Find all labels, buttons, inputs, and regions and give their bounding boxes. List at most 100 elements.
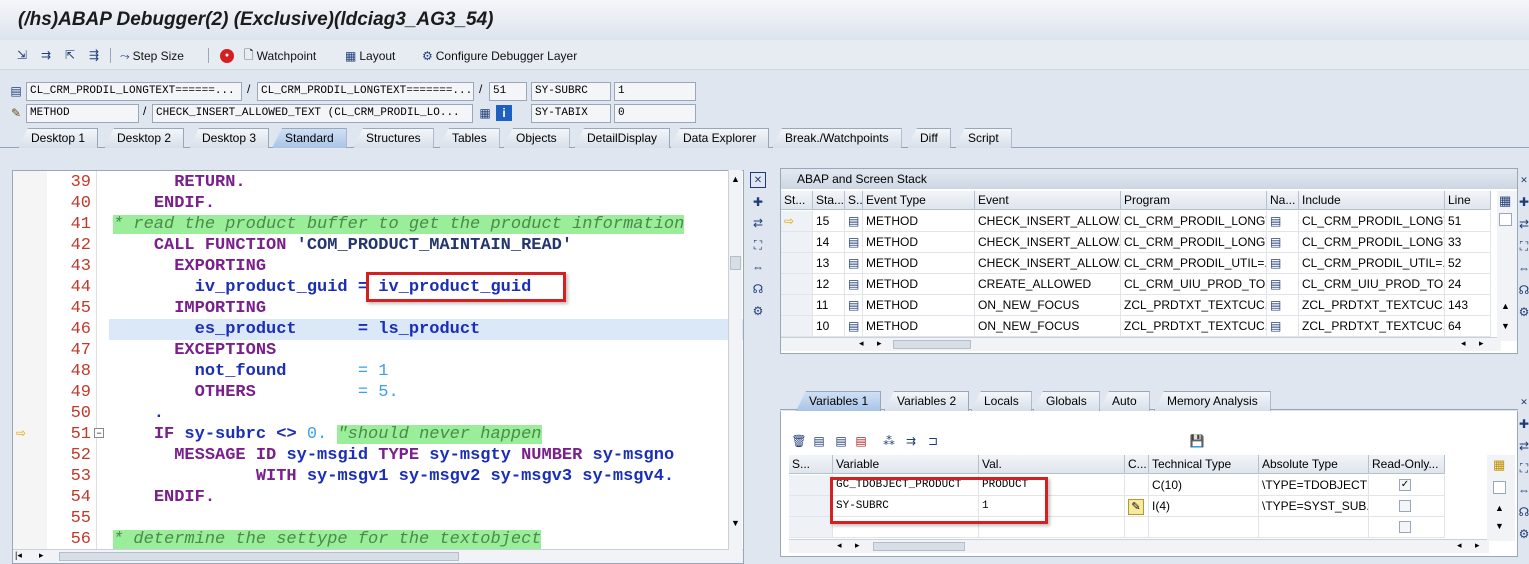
change-value-cell[interactable] xyxy=(1125,475,1149,496)
display-object-icon[interactable]: ▦ xyxy=(477,105,493,121)
line-field[interactable]: 51 xyxy=(489,82,527,101)
code-line[interactable]: 54 ENDIF. xyxy=(13,487,743,508)
replace-tool-icon[interactable]: ⇄ xyxy=(1519,216,1529,232)
tab-objects[interactable]: Objects xyxy=(503,128,570,148)
sysubrc-value[interactable]: 1 xyxy=(614,82,696,101)
code-line[interactable]: 40 ENDIF. xyxy=(13,193,743,214)
variables-horizontal-scrollbar[interactable]: ◂ ▸ ◂ ▸ xyxy=(789,539,1489,553)
row-selector[interactable] xyxy=(789,475,833,496)
maximize-icon[interactable]: ⛶ xyxy=(750,237,766,253)
variables-column-header[interactable]: Val. xyxy=(979,455,1125,474)
tab-variables-2[interactable]: Variables 2 xyxy=(884,391,970,411)
delete-row-icon[interactable]: ▤ xyxy=(853,433,869,449)
variables-column-header[interactable]: Absolute Type xyxy=(1259,455,1369,474)
scroll-right-icon[interactable]: ▸ xyxy=(1475,540,1480,551)
scroll-down-icon[interactable]: ▼ xyxy=(731,518,740,528)
services-icon[interactable]: ☊ xyxy=(1519,504,1529,520)
replace-tool-icon[interactable]: ⇄ xyxy=(750,215,766,231)
swap-icon[interactable]: ⇔ xyxy=(750,259,766,275)
scroll-thumb[interactable] xyxy=(893,340,971,349)
tab-desktop-3[interactable]: Desktop 3 xyxy=(189,128,270,148)
stack-column-header[interactable]: Na... xyxy=(1267,191,1299,210)
row-selector[interactable] xyxy=(789,496,833,517)
scroll-right-icon[interactable]: ▸ xyxy=(1479,338,1484,349)
replace-tool-icon[interactable]: ⇄ xyxy=(1519,438,1529,454)
event-field[interactable]: CHECK_INSERT_ALLOWED_TEXT (CL_CRM_PRODIL… xyxy=(152,104,473,123)
info-icon[interactable]: i xyxy=(496,105,512,121)
scroll-left-icon[interactable]: |◂ xyxy=(15,550,22,561)
collapse-block-icon[interactable]: − xyxy=(94,428,104,438)
stack-vertical-scrollbar[interactable]: ▦ ▲ ▼ xyxy=(1497,191,1517,341)
maximize-icon[interactable]: ⛶ xyxy=(1519,460,1529,476)
tab-standard[interactable]: Standard xyxy=(272,128,347,148)
navigate-icon[interactable]: ▤ xyxy=(1267,274,1299,295)
navigate-icon[interactable]: ▤ xyxy=(1267,232,1299,253)
stack-column-header[interactable]: Sta... xyxy=(813,191,845,210)
stack-horizontal-scrollbar[interactable]: ◂ ▸ ◂ ▸ xyxy=(781,337,1501,351)
column-settings-icon[interactable]: ▦ xyxy=(1499,193,1511,209)
code-line[interactable]: 56 * determine the settype for the textob… xyxy=(13,529,743,550)
settings-icon[interactable]: ⚙ xyxy=(1519,526,1529,542)
scroll-left-icon[interactable]: ◂ xyxy=(1457,540,1462,551)
navigate-icon[interactable]: ▤ xyxy=(1267,211,1299,232)
code-horizontal-scrollbar[interactable]: |◂ ▸ xyxy=(13,549,743,563)
scroll-up-icon[interactable]: ▲ xyxy=(731,174,740,184)
code-line[interactable]: 39 RETURN. xyxy=(13,172,743,193)
event-type-field[interactable]: METHOD xyxy=(26,104,139,123)
services-icon[interactable]: ☊ xyxy=(750,281,766,297)
stack-column-header[interactable]: St... xyxy=(781,191,813,210)
continue-icon[interactable]: ⇶ xyxy=(86,47,102,63)
watchpoint-button[interactable]: 🗋 Watchpoint xyxy=(244,46,316,66)
tab-locals[interactable]: Locals xyxy=(971,391,1032,411)
append-row-icon[interactable]: ▤ xyxy=(833,433,849,449)
scroll-right-icon[interactable]: ▸ xyxy=(877,338,882,349)
stack-column-header[interactable]: Event xyxy=(975,191,1121,210)
tab-desktop-2[interactable]: Desktop 2 xyxy=(104,128,185,148)
code-line[interactable]: 50 . xyxy=(13,403,743,424)
tab-tables[interactable]: Tables xyxy=(439,128,500,148)
variables-column-header[interactable]: Technical Type xyxy=(1149,455,1259,474)
navigate-icon[interactable]: ▤ xyxy=(1267,316,1299,337)
scroll-left-icon[interactable]: ◂ xyxy=(859,338,864,349)
scroll-thumb[interactable] xyxy=(873,542,965,551)
sytabix-value[interactable]: 0 xyxy=(614,104,696,123)
execute-step-icon[interactable]: ⇉ xyxy=(38,47,54,63)
tab-desktop-1[interactable]: Desktop 1 xyxy=(18,128,99,148)
transfer-icon[interactable]: ⁂ xyxy=(881,433,897,449)
stack-column-header[interactable]: Include xyxy=(1299,191,1445,210)
configure-debugger-button[interactable]: ⚙ Configure Debugger Layer xyxy=(422,46,577,66)
variables-vertical-scrollbar[interactable]: ▦ ▲ ▼ xyxy=(1487,455,1515,541)
tab-memory-analysis[interactable]: Memory Analysis xyxy=(1154,391,1271,411)
navigate-icon[interactable]: ⇉ xyxy=(903,433,919,449)
close-icon[interactable]: ✕ xyxy=(750,172,766,188)
close-icon[interactable]: ✕ xyxy=(1519,172,1529,188)
program-field-1[interactable]: CL_CRM_PRODIL_LONGTEXT======... xyxy=(26,82,242,101)
scroll-up-icon[interactable]: ▲ xyxy=(1495,503,1504,513)
variables-column-header[interactable]: Read-Only... xyxy=(1369,455,1445,474)
scroll-thumb[interactable] xyxy=(730,256,741,270)
code-line[interactable]: 46 es_product = ls_product xyxy=(71,319,743,340)
navigate-icon[interactable]: ▤ xyxy=(1267,295,1299,316)
stack-column-header[interactable]: S... xyxy=(845,191,863,210)
stop-button[interactable]: ● xyxy=(220,46,234,66)
close-icon[interactable]: ✕ xyxy=(1519,394,1529,410)
stack-column-header[interactable]: Line xyxy=(1445,191,1491,210)
settings-icon[interactable]: ⚙ xyxy=(1519,304,1529,320)
services-icon[interactable]: ☊ xyxy=(1519,282,1529,298)
change-value-cell[interactable] xyxy=(1125,517,1149,538)
program-field-2[interactable]: CL_CRM_PRODIL_LONGTEXT=======... xyxy=(257,82,474,101)
tab-detaildisplay[interactable]: DetailDisplay xyxy=(574,128,671,148)
scroll-down-icon[interactable]: ▼ xyxy=(1495,521,1504,531)
code-line[interactable]: 52 MESSAGE ID sy-msgid TYPE sy-msgty NUM… xyxy=(13,445,743,466)
new-tool-icon[interactable]: ✚ xyxy=(750,194,766,210)
tab-break-watchpoints[interactable]: Break./Watchpoints xyxy=(772,128,902,148)
new-tool-icon[interactable]: ✚ xyxy=(1519,416,1529,432)
change-value-cell[interactable]: ✎ xyxy=(1125,496,1149,517)
save-icon[interactable]: 💾 xyxy=(1189,433,1205,449)
select-all-checkbox[interactable] xyxy=(1499,213,1512,226)
code-line[interactable]: 51 IF sy-subrc <> 0. "should never happe… xyxy=(13,424,743,445)
scroll-left-icon[interactable]: ◂ xyxy=(1461,338,1466,349)
scroll-thumb[interactable] xyxy=(59,552,459,561)
code-line[interactable]: 49 OTHERS = 5. xyxy=(13,382,743,403)
insert-row-icon[interactable]: ▤ xyxy=(811,433,827,449)
